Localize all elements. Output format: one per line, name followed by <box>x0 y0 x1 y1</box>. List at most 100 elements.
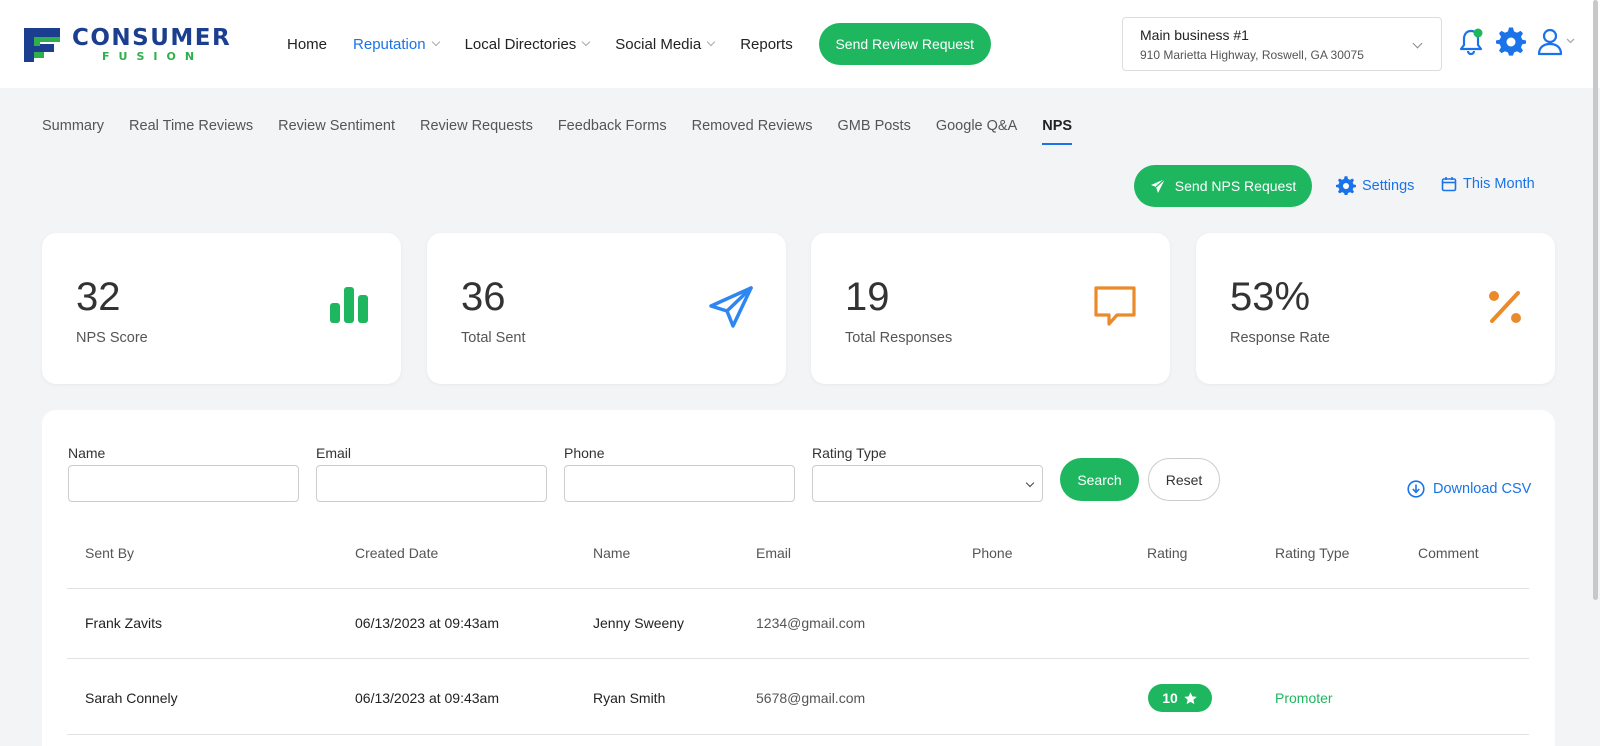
gear-icon <box>1336 176 1356 196</box>
percent-icon <box>1489 291 1521 323</box>
rating-badge: 10 <box>1148 684 1212 712</box>
nav-social-media[interactable]: Social Media <box>615 35 716 53</box>
tab-real-time-reviews[interactable]: Real Time Reviews <box>129 118 253 145</box>
rating-type-select[interactable] <box>812 465 1043 502</box>
nps-settings-link[interactable]: Settings <box>1336 176 1414 196</box>
total-sent-value: 36 <box>461 275 506 319</box>
email-filter-label: Email <box>316 445 352 461</box>
column-header-rating[interactable]: Rating <box>1147 545 1187 561</box>
row2-sent-by: Sarah Connely <box>85 690 178 706</box>
send-icon <box>1150 178 1166 193</box>
chevron-down-icon <box>582 37 591 47</box>
business-name: Main business #1 <box>1140 27 1249 43</box>
nav-home[interactable]: Home <box>287 36 327 53</box>
send-nps-request-button[interactable]: Send NPS Request <box>1134 165 1312 207</box>
nav-home-label: Home <box>287 35 328 53</box>
tab-google-qa[interactable]: Google Q&A <box>936 118 1017 145</box>
stat-card-total-sent: 36 Total Sent <box>427 233 786 384</box>
nav-local-directories[interactable]: Local Directories <box>464 35 591 53</box>
business-address: 910 Marietta Highway, Roswell, GA 30075 <box>1140 48 1364 62</box>
stat-card-response-rate: 53% Response Rate <box>1196 233 1555 384</box>
nav-local-directories-label: Local Directories <box>464 35 577 53</box>
chevron-down-icon <box>1025 478 1035 488</box>
chat-bubble-icon <box>1094 286 1136 326</box>
nav-reports[interactable]: Reports <box>740 36 793 53</box>
total-sent-label: Total Sent <box>461 330 526 346</box>
row2-rating-value: 10 <box>1162 690 1178 706</box>
row2-name: Ryan Smith <box>593 690 666 706</box>
email-filter-input[interactable] <box>316 465 547 502</box>
bell-icon[interactable] <box>1456 27 1486 57</box>
phone-filter-input[interactable] <box>564 465 795 502</box>
tab-review-requests[interactable]: Review Requests <box>420 118 533 145</box>
row2-rating-type: Promoter <box>1275 690 1333 706</box>
date-range-link[interactable]: This Month <box>1441 176 1535 192</box>
download-csv-label: Download CSV <box>1433 481 1532 497</box>
row1-email: 1234@gmail.com <box>756 615 866 631</box>
tab-removed-reviews[interactable]: Removed Reviews <box>692 118 813 145</box>
send-review-request-button[interactable]: Send Review Request <box>818 23 991 65</box>
user-account-icon[interactable] <box>1536 27 1576 57</box>
chevron-down-icon <box>706 37 716 47</box>
column-header-phone[interactable]: Phone <box>972 545 1012 561</box>
business-selector[interactable]: Main business #1 910 Marietta Highway, R… <box>1122 17 1442 71</box>
logo-wordmark-top: CONSUMER <box>72 25 232 51</box>
column-header-name[interactable]: Name <box>593 545 630 561</box>
name-filter-input[interactable] <box>68 465 299 502</box>
column-header-comment[interactable]: Comment <box>1418 545 1479 561</box>
reset-button[interactable]: Reset <box>1148 458 1220 501</box>
nps-responses-panel: Name Email Phone Rating Type Search Rese… <box>42 410 1555 746</box>
row1-created-date: 06/13/2023 at 09:43am <box>355 615 500 631</box>
date-range-label: This Month <box>1463 176 1535 192</box>
settings-label: Settings <box>1362 178 1415 194</box>
total-responses-label: Total Responses <box>845 330 953 346</box>
tab-summary[interactable]: Summary <box>42 118 104 145</box>
stat-card-total-responses: 19 Total Responses <box>811 233 1170 384</box>
stat-card-nps-score: 32 NPS Score <box>42 233 401 384</box>
page-scrollbar[interactable] <box>1593 0 1598 600</box>
star-icon <box>1184 691 1197 704</box>
column-header-sent-by[interactable]: Sent By <box>85 545 134 561</box>
tab-feedback-forms[interactable]: Feedback Forms <box>558 118 667 145</box>
consumer-fusion-logo[interactable]: CONSUMER FUSION <box>20 22 240 66</box>
send-nps-request-label: Send NPS Request <box>1174 178 1297 194</box>
chevron-down-icon <box>431 37 440 47</box>
top-header: CONSUMER FUSION Home Reputation Local Di… <box>0 0 1600 88</box>
total-responses-value: 19 <box>845 275 890 319</box>
bar-chart-icon <box>330 287 368 323</box>
tab-nps[interactable]: NPS <box>1042 118 1073 145</box>
nps-score-value: 32 <box>76 275 121 319</box>
gear-icon[interactable] <box>1496 27 1526 57</box>
download-icon <box>1407 480 1425 498</box>
column-header-rating-type[interactable]: Rating Type <box>1275 545 1349 561</box>
nps-score-label: NPS Score <box>76 330 148 346</box>
nav-reputation-label: Reputation <box>353 35 426 53</box>
column-header-email[interactable]: Email <box>756 545 791 561</box>
download-csv-link[interactable]: Download CSV <box>1407 480 1531 498</box>
table-divider <box>67 734 1529 735</box>
logo-mark-icon <box>24 28 60 62</box>
response-rate-value: 53% <box>1230 275 1311 319</box>
reputation-tabs: Summary Real Time Reviews Review Sentime… <box>42 118 1097 145</box>
nav-reputation[interactable]: Reputation <box>353 35 440 53</box>
nav-reports-label: Reports <box>740 35 793 53</box>
table-divider <box>67 588 1529 589</box>
chevron-down-icon <box>1412 38 1423 49</box>
column-header-created-date[interactable]: Created Date <box>355 545 438 561</box>
search-button[interactable]: Search <box>1060 458 1139 501</box>
tab-review-sentiment[interactable]: Review Sentiment <box>278 118 395 145</box>
table-divider <box>67 658 1529 659</box>
row2-email: 5678@gmail.com <box>756 690 866 706</box>
calendar-icon <box>1441 177 1457 192</box>
paper-plane-icon <box>709 286 753 328</box>
response-rate-label: Response Rate <box>1230 330 1330 346</box>
nav-social-media-label: Social Media <box>615 35 702 53</box>
row2-created-date: 06/13/2023 at 09:43am <box>355 690 500 706</box>
tab-gmb-posts[interactable]: GMB Posts <box>838 118 911 145</box>
main-nav: Home Reputation Local Directories Social… <box>287 0 991 88</box>
phone-filter-label: Phone <box>564 445 605 461</box>
row1-name: Jenny Sweeny <box>593 615 685 631</box>
logo-wordmark-bottom: FUSION <box>102 50 204 63</box>
name-filter-label: Name <box>68 445 106 461</box>
rating-type-filter-label: Rating Type <box>812 445 887 461</box>
